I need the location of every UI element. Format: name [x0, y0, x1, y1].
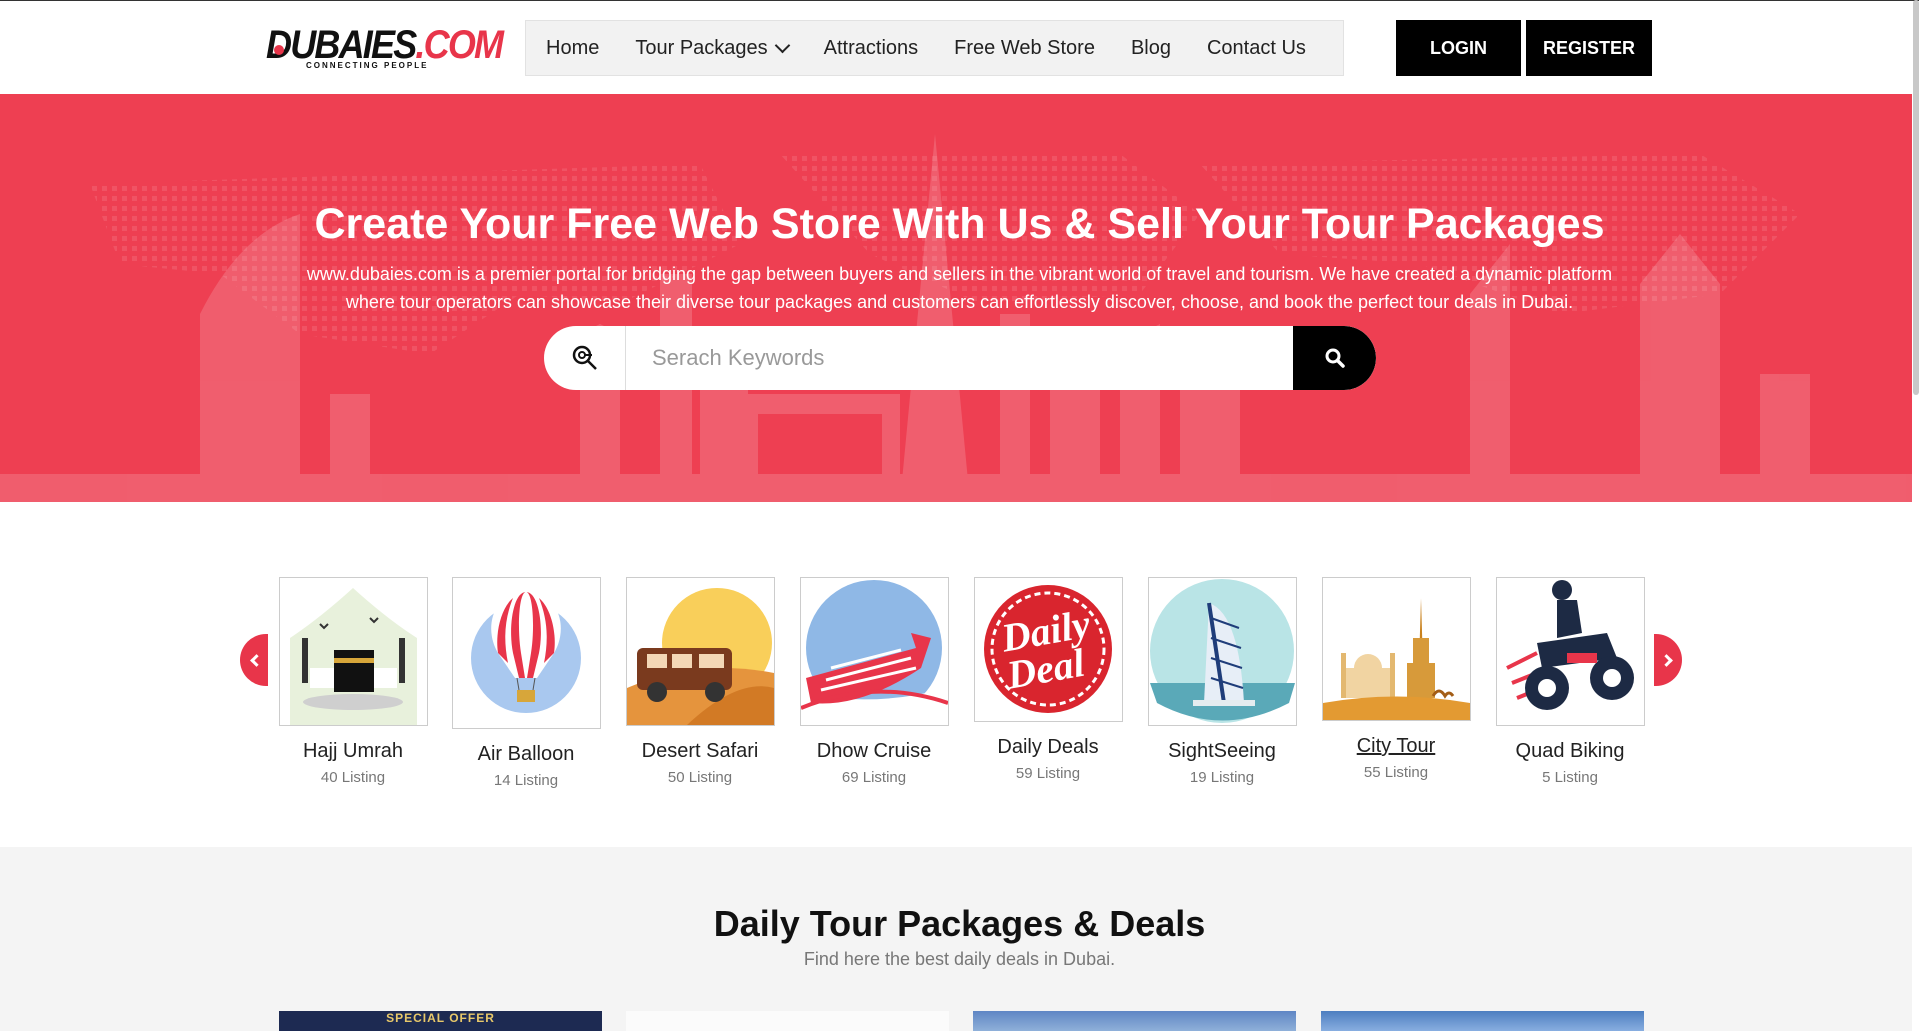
- category-name: Desert Safari: [641, 740, 759, 762]
- nav-blog[interactable]: Blog: [1131, 37, 1171, 60]
- category-name: Air Balloon: [477, 743, 575, 765]
- register-button[interactable]: REGISTER: [1526, 20, 1652, 76]
- category-city-tour[interactable]: City Tour 55 Listing: [1321, 577, 1471, 781]
- category-name: City Tour: [1356, 735, 1436, 757]
- nav-attractions[interactable]: Attractions: [824, 37, 918, 60]
- deal-card[interactable]: [626, 1011, 949, 1031]
- daily-deal-stamp-icon: Daily Deal: [983, 585, 1112, 713]
- category-count: 55 Listing: [1363, 764, 1429, 781]
- category-count: 14 Listing: [493, 772, 559, 789]
- category-desert-safari[interactable]: Desert Safari 50 Listing: [625, 577, 775, 786]
- search-button[interactable]: [1293, 326, 1376, 390]
- nav-contact-us-label: Contact Us: [1206, 36, 1306, 59]
- boat-icon: [800, 580, 948, 725]
- burj-al-arab-icon: [1149, 579, 1295, 723]
- category-name: SightSeeing: [1168, 740, 1276, 762]
- logo-pin-icon: [274, 45, 284, 55]
- category-dhow-cruise[interactable]: Dhow Cruise 69 Listing: [799, 577, 949, 786]
- search-icon: [1325, 348, 1345, 368]
- chevron-right-icon: [1659, 653, 1673, 667]
- category-image: [451, 577, 601, 729]
- category-image: Daily Deal: [973, 577, 1123, 722]
- nav-free-web-store-label: Free Web Store: [954, 36, 1095, 59]
- site-header: DUBAIES.COM CONNECTING PEOPLE Home Tour …: [0, 1, 1919, 94]
- category-count: 5 Listing: [1542, 769, 1598, 786]
- category-name: Dhow Cruise: [816, 740, 932, 762]
- category-daily-deals[interactable]: Daily Deal Daily Deals 59 Listing: [973, 577, 1123, 782]
- deal-card[interactable]: SPECIAL OFFER: [279, 1011, 602, 1031]
- page-scrollbar[interactable]: [1913, 0, 1919, 395]
- category-name: Hajj Umrah: [302, 740, 404, 762]
- category-name: Daily Deals: [997, 736, 1099, 758]
- chevron-left-icon: [249, 653, 263, 667]
- nav-home[interactable]: Home: [546, 37, 599, 60]
- nav-home-label: Home: [546, 36, 600, 59]
- site-logo[interactable]: DUBAIES.COM CONNECTING PEOPLE: [266, 23, 504, 73]
- deal-card[interactable]: [973, 1011, 1296, 1031]
- hero-description-line-1: www.dubaies.com is a premier portal for …: [306, 264, 1613, 284]
- city-skyline-icon: [1322, 598, 1470, 720]
- search-filter[interactable]: [544, 326, 626, 390]
- nav-contact-us[interactable]: Contact Us: [1207, 37, 1306, 60]
- kaaba-icon: [289, 588, 417, 725]
- desert-jeep-icon: [626, 588, 774, 725]
- search-key-icon: [572, 345, 597, 370]
- category-count: 59 Listing: [1015, 765, 1081, 782]
- hero-description: www.dubaies.com is a premier portal for …: [0, 260, 1912, 316]
- category-count: 50 Listing: [667, 769, 733, 786]
- deal-card[interactable]: [1321, 1011, 1644, 1031]
- category-count: 69 Listing: [841, 769, 907, 786]
- category-air-balloon[interactable]: Air Balloon 14 Listing: [451, 577, 601, 789]
- main-nav: Home Tour Packages Attractions Free Web …: [525, 20, 1344, 76]
- category-quad-biking[interactable]: Quad Biking 5 Listing: [1495, 577, 1645, 786]
- deal-card-banner: SPECIAL OFFER: [386, 1011, 495, 1025]
- category-count: 19 Listing: [1189, 769, 1255, 786]
- nav-blog-label: Blog: [1130, 36, 1171, 59]
- nav-tour-packages[interactable]: Tour Packages: [635, 36, 790, 60]
- category-image: [1495, 577, 1645, 726]
- login-button[interactable]: LOGIN: [1396, 20, 1521, 76]
- category-name: Quad Biking: [1515, 740, 1625, 762]
- deals-subtitle: Find here the best daily deals in Dubai.: [803, 949, 1116, 969]
- search-bar: [544, 326, 1376, 390]
- chevron-down-icon: [774, 37, 790, 53]
- category-hajj-umrah[interactable]: Hajj Umrah 40 Listing: [278, 577, 428, 786]
- deals-title: Daily Tour Packages & Deals: [713, 903, 1206, 944]
- quad-bike-icon: [1505, 580, 1634, 710]
- category-sightseeing[interactable]: SightSeeing 19 Listing: [1147, 577, 1297, 786]
- hot-air-balloon-icon: [470, 592, 581, 713]
- nav-tour-packages-label: Tour Packages: [635, 36, 768, 59]
- deals-section: Daily Tour Packages & Deals Find here th…: [0, 847, 1912, 1031]
- nav-attractions-label: Attractions: [823, 36, 919, 59]
- category-image: [799, 577, 949, 726]
- hero-description-line-2: where tour operators can showcase their …: [345, 292, 1574, 312]
- hero-banner: Create Your Free Web Store With Us & Sel…: [0, 94, 1912, 502]
- category-image: [1147, 577, 1297, 726]
- category-image: [1321, 577, 1471, 721]
- category-count: 40 Listing: [320, 769, 386, 786]
- search-input[interactable]: [626, 326, 1293, 390]
- category-image: [625, 577, 775, 726]
- category-image: [278, 577, 428, 726]
- hero-title: Create Your Free Web Store With Us & Sel…: [314, 200, 1605, 248]
- nav-free-web-store[interactable]: Free Web Store: [954, 37, 1095, 60]
- logo-tagline: CONNECTING PEOPLE: [306, 61, 429, 70]
